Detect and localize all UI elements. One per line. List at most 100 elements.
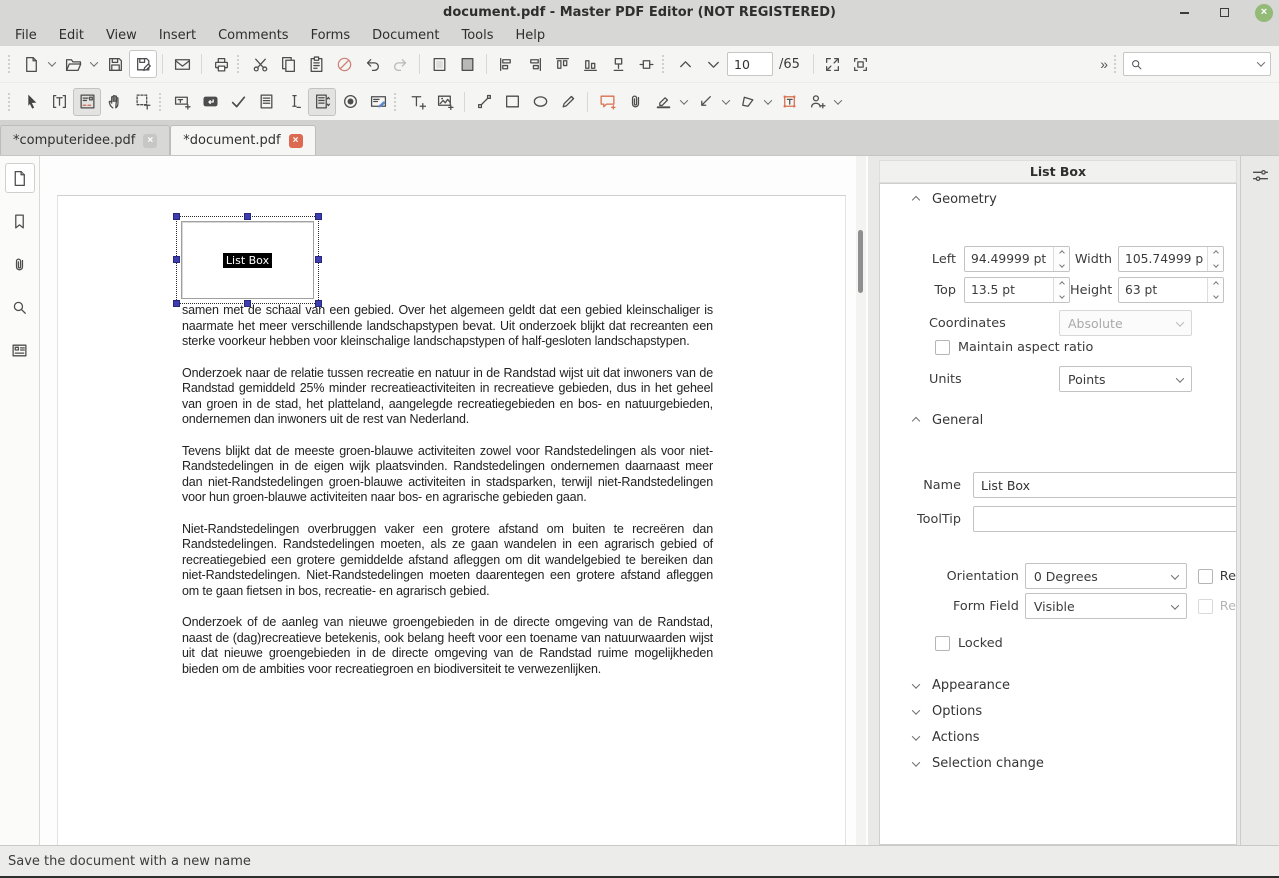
rectangle-tool-button[interactable] (498, 88, 526, 116)
align-left-button[interactable] (492, 50, 520, 78)
push-button-tool-button[interactable] (196, 88, 224, 116)
list-box-widget[interactable]: List Box (181, 221, 314, 299)
resize-handle[interactable] (315, 256, 322, 263)
selected-form-field[interactable]: List Box (173, 213, 322, 307)
print-button[interactable] (207, 50, 235, 78)
email-button[interactable] (168, 50, 196, 78)
text-cursor-tool-button[interactable] (280, 88, 308, 116)
sidebar-attachments-button[interactable] (5, 249, 35, 279)
line-tool-button[interactable] (470, 88, 498, 116)
minimize-button[interactable] (1175, 4, 1193, 22)
sidebar-search-button[interactable] (5, 292, 35, 322)
fit-page-button[interactable] (819, 50, 847, 78)
paste-button[interactable] (302, 50, 330, 78)
center-horizontal-button[interactable] (604, 50, 632, 78)
center-vertical-button[interactable] (632, 50, 660, 78)
tab-computeridee[interactable]: *computeridee.pdf × (0, 125, 171, 155)
menu-document[interactable]: Document (361, 25, 450, 46)
comment-tool-button[interactable] (593, 88, 621, 116)
menu-edit[interactable]: Edit (48, 25, 95, 46)
select-object-tool-button[interactable] (129, 88, 157, 116)
resize-handle[interactable] (173, 213, 180, 220)
search-input[interactable] (1147, 57, 1254, 71)
menu-tools[interactable]: Tools (450, 25, 504, 46)
section-options[interactable]: Options (880, 704, 982, 719)
arrow-tool-button[interactable] (691, 88, 719, 116)
tab-document[interactable]: *document.pdf × (170, 125, 316, 155)
combo-box-tool-button[interactable] (252, 88, 280, 116)
resize-handle[interactable] (315, 213, 322, 220)
polygon-tool-button[interactable] (733, 88, 761, 116)
add-text-button[interactable] (403, 88, 431, 116)
ellipse-tool-button[interactable] (526, 88, 554, 116)
toolbar-grip[interactable] (8, 55, 11, 73)
maintain-aspect-checkbox[interactable] (935, 340, 950, 355)
open-file-button[interactable] (59, 50, 87, 78)
top-spinner[interactable] (1053, 278, 1069, 302)
stamp-dropdown[interactable] (831, 88, 845, 116)
toolbar-overflow-button[interactable]: » (1100, 56, 1108, 72)
units-select[interactable]: Points (1059, 366, 1192, 392)
menu-file[interactable]: File (4, 25, 48, 46)
menu-insert[interactable]: Insert (148, 25, 207, 46)
signature-field-tool-button[interactable] (364, 88, 392, 116)
hand-tool-button[interactable] (101, 88, 129, 116)
toolbar-grip[interactable] (1114, 55, 1117, 73)
height-field[interactable]: 63 pt (1118, 277, 1224, 303)
tab-close-button[interactable]: × (143, 133, 158, 148)
highlighter-tool-button[interactable] (649, 88, 677, 116)
align-top-button[interactable] (548, 50, 576, 78)
check-box-tool-button[interactable] (224, 88, 252, 116)
toolbar-grip[interactable] (662, 55, 665, 73)
resize-handle[interactable] (173, 256, 180, 263)
save-button[interactable] (101, 50, 129, 78)
stamp-tool-button[interactable] (803, 88, 831, 116)
resize-handle[interactable] (243, 213, 251, 220)
restore-button[interactable] (1215, 4, 1233, 22)
section-geometry[interactable]: Geometry (880, 192, 997, 207)
locked-checkbox[interactable] (935, 636, 950, 651)
width-spinner[interactable] (1207, 247, 1223, 271)
copy-button[interactable] (274, 50, 302, 78)
text-field-tool-button[interactable] (168, 88, 196, 116)
close-button[interactable]: × (1255, 3, 1273, 22)
page-filled-button[interactable] (453, 50, 481, 78)
chevron-down-icon[interactable] (1256, 58, 1266, 67)
toolbar-grip[interactable] (8, 92, 11, 111)
attach-file-button[interactable] (621, 88, 649, 116)
tooltip-input[interactable] (973, 506, 1236, 532)
coordinates-select[interactable]: Absolute (1059, 310, 1192, 336)
list-box-tool-button[interactable] (308, 87, 336, 116)
arrow-dropdown[interactable] (719, 88, 733, 116)
highlighter-dropdown[interactable] (677, 88, 691, 116)
new-document-dropdown[interactable] (45, 50, 59, 78)
toolbar-grip[interactable] (237, 55, 240, 73)
top-field[interactable]: 13.5 pt (964, 277, 1070, 303)
toolbar-grip[interactable] (159, 92, 162, 111)
edit-text-tool-button[interactable] (45, 88, 73, 116)
add-image-button[interactable] (431, 88, 459, 116)
align-right-button[interactable] (520, 50, 548, 78)
previous-page-button[interactable] (671, 50, 699, 78)
tab-close-button[interactable]: × (288, 133, 303, 148)
sidebar-form-fields-button[interactable] (5, 335, 35, 365)
sidebar-pages-button[interactable] (4, 163, 35, 193)
height-spinner[interactable] (1207, 278, 1223, 302)
required-checkbox[interactable] (1197, 598, 1213, 614)
restrict-button[interactable] (330, 50, 358, 78)
menu-forms[interactable]: Forms (300, 25, 362, 46)
panel-settings-button[interactable] (1247, 162, 1273, 188)
open-file-dropdown[interactable] (87, 50, 101, 78)
align-bottom-button[interactable] (576, 50, 604, 78)
left-spinner[interactable] (1053, 247, 1069, 271)
redo-button[interactable] (386, 50, 414, 78)
form-field-select[interactable]: Visible (1024, 593, 1187, 619)
sidebar-bookmarks-button[interactable] (5, 206, 35, 236)
menu-comments[interactable]: Comments (207, 25, 299, 46)
toolbar-grip[interactable] (394, 92, 397, 111)
save-as-button[interactable] (129, 50, 157, 78)
document-canvas[interactable]: List Box samen met de schaal van een geb… (40, 156, 868, 845)
menu-help[interactable]: Help (505, 25, 557, 46)
next-page-button[interactable] (699, 50, 727, 78)
fit-selection-button[interactable] (847, 50, 875, 78)
